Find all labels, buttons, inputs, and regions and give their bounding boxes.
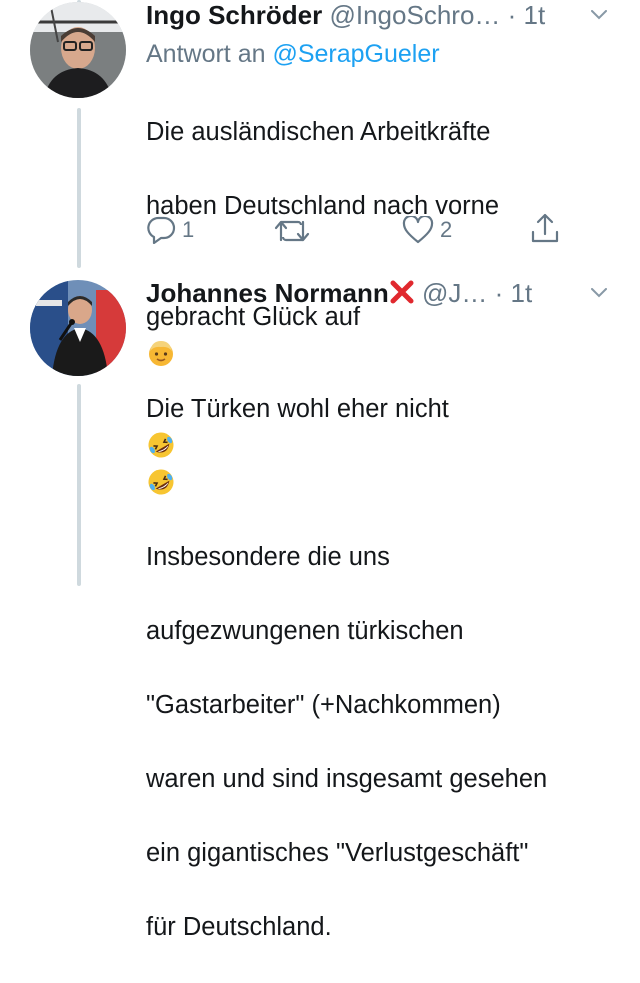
rolling-laughing-emoji <box>148 432 174 458</box>
avatar[interactable] <box>30 2 126 98</box>
share-icon <box>531 213 559 243</box>
reply-icon <box>147 216 176 244</box>
tweet-text-line: Insbesondere die uns <box>146 543 390 571</box>
tweet-text-line: für Deutschland. <box>146 913 332 941</box>
like-count: 2 <box>440 217 453 242</box>
tweet-header: Ingo Schröder @IngoSchro… · 1t <box>146 0 545 30</box>
reply-count: 1 <box>182 217 195 242</box>
reply-to-prefix: Antwort an <box>146 40 266 68</box>
like-icon <box>402 216 434 244</box>
tweet-text-line: aufgezwungenen türkischen <box>146 617 464 645</box>
separator-dot: · <box>494 278 504 308</box>
share-button[interactable] <box>530 212 560 244</box>
timestamp[interactable]: 1t <box>511 278 533 308</box>
chevron-down-icon[interactable] <box>591 10 607 20</box>
tweet-text: Die Türken wohl eher nicht Insbesondere … <box>146 317 547 983</box>
like-button[interactable]: 2 <box>402 216 452 244</box>
reply-button[interactable]: 1 <box>146 216 194 244</box>
reply-to-line: Antwort an @SerapGueler <box>146 40 440 69</box>
reply-to-mention[interactable]: @SerapGueler <box>272 40 439 68</box>
timestamp[interactable]: 1t <box>524 0 546 30</box>
tweet-text-line: Die ausländischen Arbeitkräfte <box>146 118 491 146</box>
cross-mark-emoji <box>390 280 414 304</box>
tweet-text-line: ein gigantisches "Verlustgeschäft" <box>146 839 529 867</box>
avatar-photo-johannes <box>30 280 126 376</box>
author-name[interactable]: Johannes Normann <box>146 278 389 308</box>
author-handle[interactable]: @J… <box>422 278 487 308</box>
tweet-text-line: "Gastarbeiter" (+Nachkommen) <box>146 691 501 719</box>
separator-dot: · <box>507 0 517 30</box>
chevron-down-icon[interactable] <box>591 288 607 298</box>
retweet-icon <box>274 220 310 242</box>
tweet-header: Johannes Normann @J… · 1t <box>146 278 532 308</box>
author-handle[interactable]: @IngoSchro… <box>329 0 500 30</box>
thread-line-connector <box>77 108 81 268</box>
avatar-photo-ingo <box>30 2 126 98</box>
thread-line-bottom <box>77 384 81 586</box>
tweet-text-line: Die Türken wohl eher nicht <box>146 395 449 423</box>
tweet-text-line-with-emoji: Die Türken wohl eher nicht <box>146 354 547 502</box>
avatar[interactable] <box>30 280 126 376</box>
rolling-laughing-emoji <box>148 469 174 495</box>
tweet-text-line: waren und sind insgesamt gesehen <box>146 765 548 793</box>
retweet-button[interactable] <box>274 218 316 244</box>
author-name[interactable]: Ingo Schröder <box>146 0 322 30</box>
